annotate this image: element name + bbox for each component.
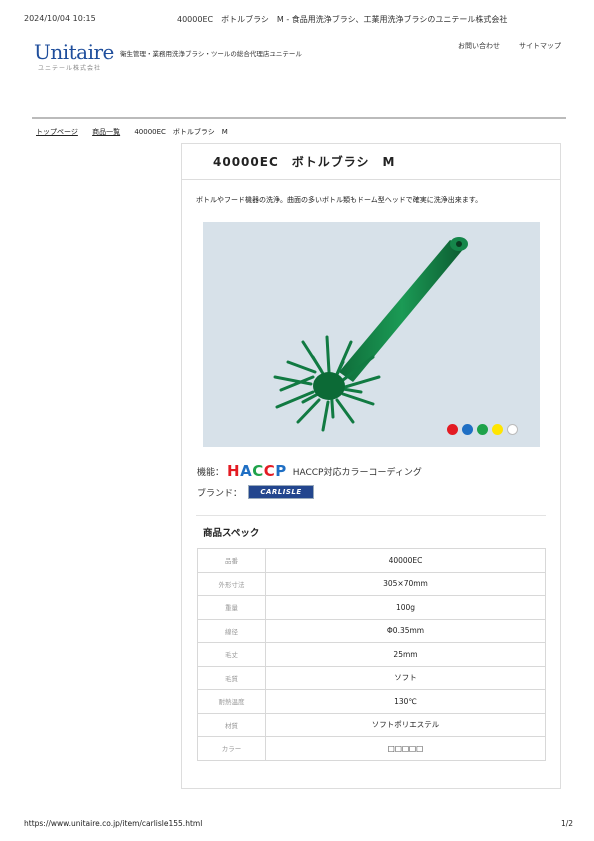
product-description: ボトルやフード機器の洗浄。曲面の多いボトル類もドーム型ヘッドで確実に洗浄出来ます…: [196, 196, 483, 204]
spec-value: ソフトポリエステル: [265, 712, 546, 737]
brand-label: ブランド：: [197, 488, 243, 499]
print-timestamp: 2024/10/04 10:15: [24, 14, 96, 23]
color-blue-swatch: [462, 424, 473, 435]
spec-label: 品番: [197, 548, 266, 573]
spec-row: 耐熱温度 130℃: [197, 689, 546, 714]
spec-value: 130℃: [265, 689, 546, 714]
site-tagline: 衛生管理・業務用洗浄ブラシ・ツールの総合代理店ユニテール: [120, 50, 302, 58]
spec-row: 品番 40000EC: [197, 548, 546, 573]
spec-row: 重量 100g: [197, 595, 546, 620]
color-yellow-swatch: [492, 424, 503, 435]
spec-value: Φ0.35mm: [265, 618, 546, 643]
spec-row: 線径 Φ0.35mm: [197, 618, 546, 643]
spec-heading: 商品スペック: [203, 528, 260, 539]
print-page-number: 1/2: [561, 819, 574, 828]
site-logo[interactable]: Unitaire: [34, 40, 114, 64]
print-page-title: 40000EC ボトルブラシ M - 食品用洗浄ブラシ、工業用洗浄ブラシのユニテ…: [177, 15, 508, 24]
section-divider: [196, 515, 546, 516]
nav-sitemap-link[interactable]: サイトマップ: [519, 41, 561, 51]
feature-row: 機能： HACCP HACCP対応カラーコーディング: [197, 462, 422, 480]
spec-label: 毛丈: [197, 642, 266, 667]
spec-label: 耐熱温度: [197, 689, 266, 714]
spec-table: 品番 40000EC 外形寸法 305×70mm 重量 100g 線径 Φ0.35mm 毛丈 25…: [197, 548, 546, 761]
spec-row: 毛質 ソフト: [197, 665, 546, 690]
spec-label: 毛質: [197, 665, 266, 690]
bottle-brush-illustration: [273, 237, 468, 432]
color-white-swatch: [507, 424, 518, 435]
spec-value: ソフト: [265, 665, 546, 690]
color-red-swatch: [447, 424, 458, 435]
spec-label: 線径: [197, 618, 266, 643]
spec-label: 重量: [197, 595, 266, 620]
spec-value: 25mm: [265, 642, 546, 667]
spec-row: 材質 ソフトポリエステル: [197, 712, 546, 737]
spec-row: 外形寸法 305×70mm: [197, 571, 546, 596]
product-title: 40000EC ボトルブラシ M: [213, 155, 396, 169]
site-logo-subtitle: ユニテール株式会社: [38, 65, 102, 72]
brand-row: ブランド： CARLISLE: [197, 485, 315, 499]
breadcrumb-products-link[interactable]: 商品一覧: [92, 128, 120, 136]
product-image: [203, 222, 540, 447]
spec-label: 外形寸法: [197, 571, 266, 596]
breadcrumb: トップページ 商品一覧 40000EC ボトルブラシ M: [36, 127, 228, 137]
spec-row: カラー □□□□□: [197, 736, 546, 761]
haccp-logo: HACCP: [227, 462, 287, 480]
feature-label: 機能：: [197, 467, 225, 478]
breadcrumb-top-link[interactable]: トップページ: [36, 128, 78, 136]
breadcrumb-current: 40000EC ボトルブラシ M: [134, 128, 228, 136]
feature-text: HACCP対応カラーコーディング: [292, 467, 422, 478]
print-url: https://www.unitaire.co.jp/item/carlisle…: [24, 819, 203, 828]
spec-value: 40000EC: [265, 548, 546, 573]
carlisle-logo: CARLISLE: [248, 485, 315, 499]
spec-label: カラー: [197, 736, 266, 761]
spec-row: 毛丈 25mm: [197, 642, 546, 667]
nav-contact-link[interactable]: お問い合わせ: [458, 41, 500, 51]
spec-value: 100g: [265, 595, 546, 620]
spec-value: 305×70mm: [265, 571, 546, 596]
color-green-swatch: [477, 424, 488, 435]
header-divider: [32, 117, 566, 119]
spec-label: 材質: [197, 712, 266, 737]
spec-value: □□□□□: [265, 736, 546, 761]
title-divider: [181, 179, 561, 180]
color-options: [447, 424, 518, 435]
